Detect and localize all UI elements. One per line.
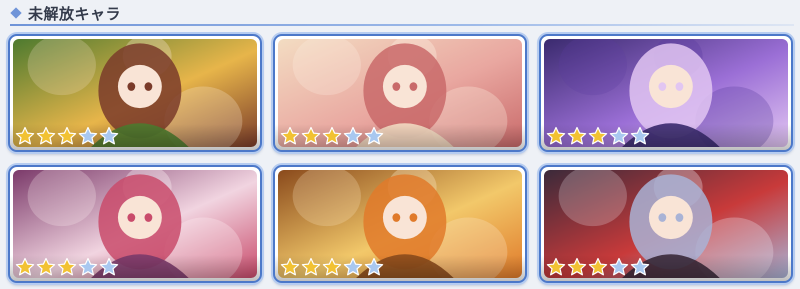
- star-empty-icon: [630, 126, 650, 146]
- star-empty-icon: [609, 126, 629, 146]
- star-empty-icon: [364, 257, 384, 277]
- star-empty-icon: [99, 126, 119, 146]
- star-filled-icon: [546, 126, 566, 146]
- character-grid: [0, 0, 800, 289]
- star-empty-icon: [630, 257, 650, 277]
- star-filled-icon: [280, 257, 300, 277]
- star-filled-icon: [301, 257, 321, 277]
- star-filled-icon: [567, 257, 587, 277]
- star-rating: [15, 126, 119, 146]
- character-card-6[interactable]: [539, 165, 793, 283]
- star-filled-icon: [567, 126, 587, 146]
- star-empty-icon: [78, 126, 98, 146]
- star-filled-icon: [588, 257, 608, 277]
- star-empty-icon: [343, 257, 363, 277]
- star-filled-icon: [36, 126, 56, 146]
- star-empty-icon: [78, 257, 98, 277]
- star-empty-icon: [609, 257, 629, 277]
- character-card-5[interactable]: [273, 165, 527, 283]
- star-filled-icon: [546, 257, 566, 277]
- star-rating: [280, 126, 384, 146]
- star-empty-icon: [343, 126, 363, 146]
- star-filled-icon: [57, 126, 77, 146]
- star-filled-icon: [57, 257, 77, 277]
- star-rating: [546, 257, 650, 277]
- star-rating: [546, 126, 650, 146]
- star-filled-icon: [280, 126, 300, 146]
- character-card-4[interactable]: [8, 165, 262, 283]
- star-rating: [280, 257, 384, 277]
- star-filled-icon: [15, 257, 35, 277]
- star-filled-icon: [322, 126, 342, 146]
- character-card-3[interactable]: [539, 34, 793, 152]
- star-filled-icon: [322, 257, 342, 277]
- star-empty-icon: [99, 257, 119, 277]
- star-empty-icon: [364, 126, 384, 146]
- character-card-2[interactable]: [273, 34, 527, 152]
- character-card-1[interactable]: [8, 34, 262, 152]
- star-rating: [15, 257, 119, 277]
- star-filled-icon: [301, 126, 321, 146]
- star-filled-icon: [15, 126, 35, 146]
- star-filled-icon: [36, 257, 56, 277]
- star-filled-icon: [588, 126, 608, 146]
